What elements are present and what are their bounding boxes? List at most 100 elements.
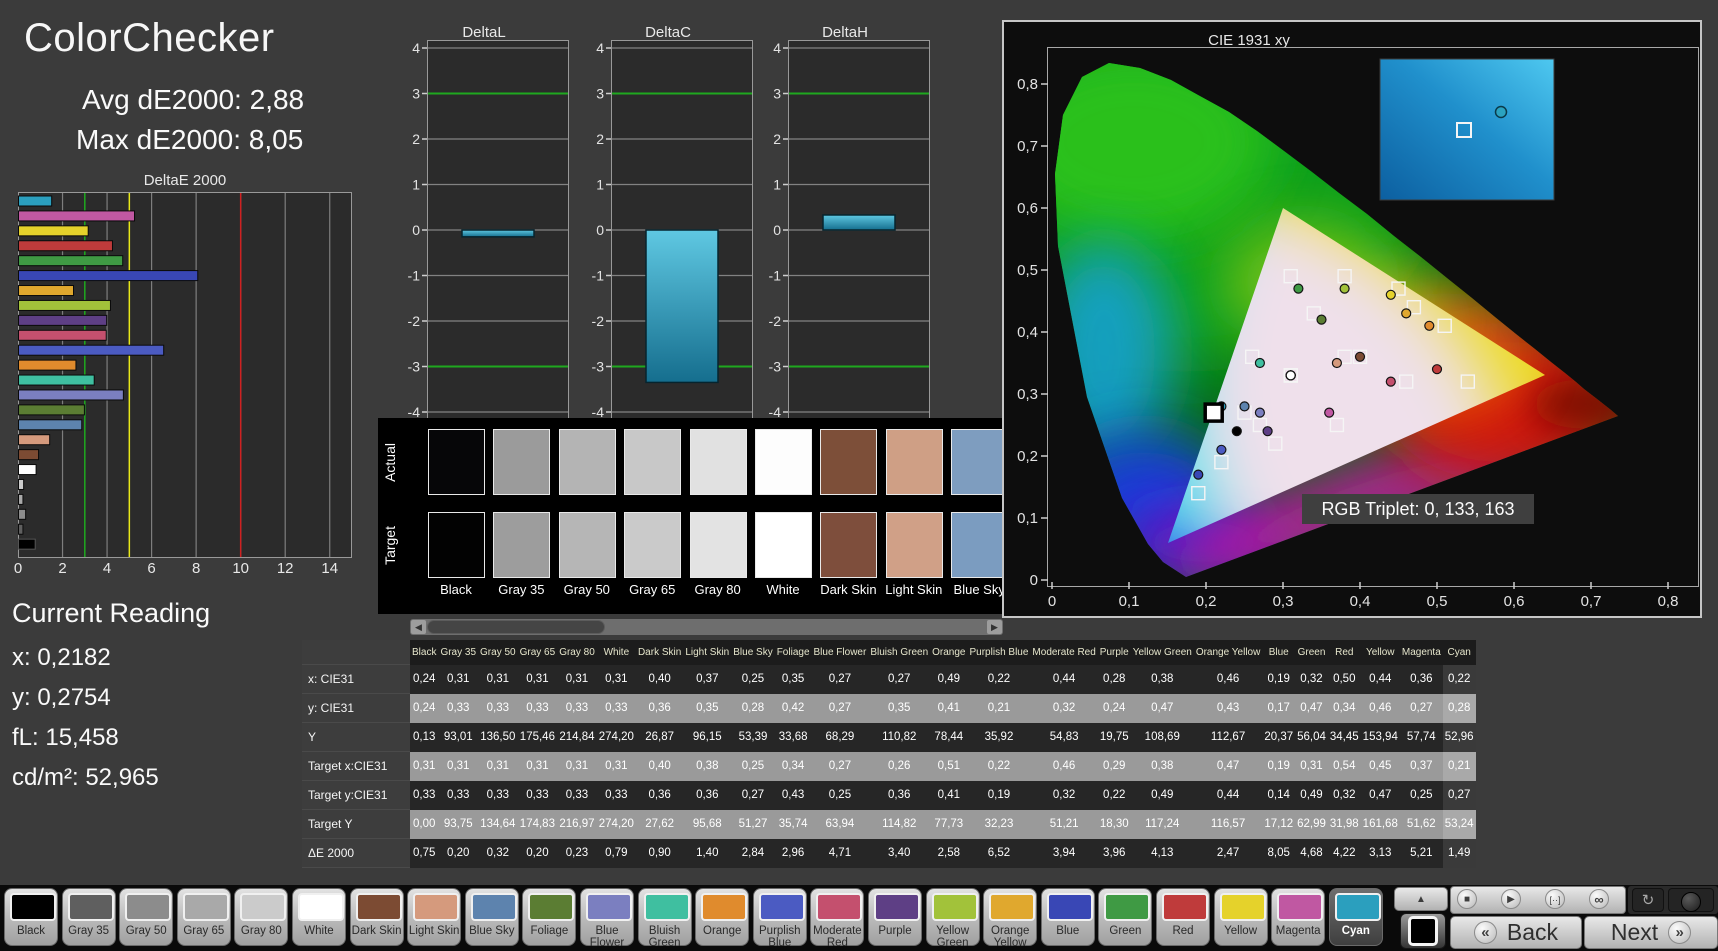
table-col-green: Green — [1295, 640, 1328, 665]
patch-button-red[interactable]: Red — [1156, 888, 1210, 946]
scroll-right-icon[interactable]: ▶ — [987, 620, 1002, 634]
table-col-orange-yellow: Orange Yellow — [1193, 640, 1263, 665]
sphere-button[interactable] — [1668, 888, 1714, 912]
de-bar-light-skin — [18, 434, 51, 446]
patch-button-cyan[interactable]: Cyan — [1328, 888, 1383, 946]
back-chevrons-icon: « — [1473, 921, 1497, 944]
patch-button-blue-flower[interactable]: Blue Flower — [580, 888, 634, 949]
svg-text:0: 0 — [596, 222, 604, 238]
patch-button-blue-sky[interactable]: Blue Sky — [464, 888, 519, 946]
patch-button-gray-50[interactable]: Gray 50 — [119, 888, 174, 946]
svg-text:0,2: 0,2 — [1196, 593, 1217, 610]
patch-button-purplish-blue[interactable]: Purplish Blue — [752, 888, 807, 949]
patch-button-green[interactable]: Green — [1098, 888, 1153, 946]
next-button[interactable]: Next » — [1584, 916, 1718, 949]
patch-swatch — [10, 893, 56, 921]
deltah-chart-title: DeltaH — [822, 24, 868, 41]
table-cell: 0,31 — [557, 664, 597, 694]
svg-text:0,8: 0,8 — [1017, 76, 1038, 93]
table-cell: 0,31 — [478, 664, 518, 694]
patch-button-gray-65[interactable]: Gray 65 — [176, 888, 231, 946]
de-bar-red — [18, 240, 113, 252]
de-bar-yellow — [18, 225, 89, 237]
table-cell: 0,22 — [1442, 664, 1476, 694]
next-button-label: Next — [1610, 919, 1659, 945]
table-cell: 0,20 — [517, 838, 558, 868]
table-cell: 33,68 — [774, 722, 812, 752]
patch-button-magenta[interactable]: Magenta — [1271, 888, 1326, 946]
patch-button-label: Orange — [703, 925, 742, 937]
patch-button-yellow[interactable]: Yellow — [1213, 888, 1268, 946]
table-cell: 0,32 — [1030, 780, 1098, 810]
patch-button-purple[interactable]: Purple — [868, 888, 922, 946]
table-cell: 0,46 — [1360, 693, 1400, 723]
table-cell: 0,36 — [635, 780, 684, 810]
table-cell: 0,20 — [438, 838, 479, 868]
refresh-button[interactable]: ↻ — [1632, 888, 1664, 912]
patch-button-dark-skin[interactable]: Dark Skin — [349, 888, 404, 946]
pattern-window-button[interactable] — [1400, 913, 1446, 949]
table-cell: 0,46 — [1030, 751, 1098, 781]
patch-button-light-skin[interactable]: Light Skin — [407, 888, 462, 946]
bracket-button[interactable]: [··] — [1545, 889, 1565, 909]
table-cell: 0,47 — [1193, 751, 1263, 781]
table-cell: 0,47 — [1130, 693, 1194, 723]
svg-text:0,5: 0,5 — [1017, 262, 1038, 279]
patch-button-white[interactable]: White — [292, 888, 346, 946]
patch-button-blue[interactable]: Blue — [1040, 888, 1095, 946]
table-cell: 68,29 — [811, 722, 869, 752]
table-row-label: Target y:CIE31 — [302, 780, 410, 810]
back-button[interactable]: « Back — [1450, 916, 1582, 949]
table-cell: 32,23 — [967, 809, 1031, 839]
patch-button-moderate-red[interactable]: Moderate Red — [810, 888, 865, 949]
patch-button-label: Yellow — [1224, 925, 1257, 937]
table-cell: 0,33 — [557, 693, 597, 723]
table-cell: 56,04 — [1295, 722, 1328, 752]
de-bar-magenta — [18, 210, 136, 222]
table-cell: 31,98 — [1327, 809, 1361, 839]
table-col-black: Black — [410, 640, 439, 665]
play-button[interactable]: ▶ — [1501, 889, 1521, 909]
svg-text:0,3: 0,3 — [1273, 593, 1294, 610]
table-cell: 0,44 — [1030, 664, 1098, 694]
table-row-label: ΔE 2000 — [302, 838, 410, 868]
target-swatch-gray-50 — [558, 512, 616, 578]
table-cell: 0,25 — [1399, 780, 1443, 810]
patch-button-bluish-green[interactable]: Bluish Green — [637, 888, 692, 949]
table-col-orange: Orange — [930, 640, 968, 665]
cie-measured-red — [1431, 364, 1443, 375]
patch-button-orange[interactable]: Orange — [695, 888, 750, 946]
swatch-scrollbar[interactable]: ◀ ▶ — [410, 619, 1003, 635]
table-cell: 0,22 — [967, 664, 1031, 694]
table-cell: 0,27 — [811, 664, 869, 694]
patch-button-gray-80[interactable]: Gray 80 — [234, 888, 289, 946]
expand-up-button[interactable]: ▲ — [1394, 887, 1448, 911]
cie-measured-green — [1293, 283, 1304, 294]
table-cell: 0,31 — [478, 751, 518, 781]
loop-button[interactable]: ∞ — [1589, 889, 1609, 909]
table-cell: 153,94 — [1360, 722, 1400, 752]
patch-button-orange-yellow[interactable]: Orange Yellow — [983, 888, 1038, 949]
target-swatch-light-skin — [885, 512, 943, 578]
stop-button[interactable]: ■ — [1457, 889, 1477, 909]
table-row: ΔE 2000 0,75 0,20 0,32 0,20 0,23 0,79 0,90 1,40 2… — [302, 838, 1476, 868]
patch-button-yellow-green[interactable]: Yellow Green — [925, 888, 980, 949]
patch-button-label: Bluish Green — [648, 925, 681, 949]
current-reading-title: Current Reading — [12, 598, 211, 628]
svg-text:0,6: 0,6 — [1017, 200, 1038, 217]
actual-swatch-gray-80 — [689, 429, 747, 495]
actual-swatch-gray-50 — [558, 429, 616, 495]
table-cell: 34,45 — [1327, 722, 1361, 752]
cie-diagram: 0 0,1 0,2 0,3 0,4 0,5 0,6 0,7 0,8 0 0,1 0,2 0,3 0,4 0,… — [1017, 47, 1699, 610]
de-x-tick: 12 — [276, 560, 294, 577]
patch-button-gray-35[interactable]: Gray 35 — [61, 888, 116, 946]
table-cell: 0,44 — [1360, 664, 1400, 694]
patch-button-black[interactable]: Black — [4, 888, 58, 946]
scrollbar-thumb[interactable] — [427, 620, 605, 634]
table-cell: 2,84 — [731, 838, 775, 868]
de-bar-yellow-green — [18, 299, 111, 311]
de-x-tick: 2 — [58, 560, 67, 577]
patch-button-foliage[interactable]: Foliage — [522, 888, 577, 946]
scroll-left-icon[interactable]: ◀ — [411, 620, 426, 634]
de-bar-gray-80 — [18, 478, 25, 490]
